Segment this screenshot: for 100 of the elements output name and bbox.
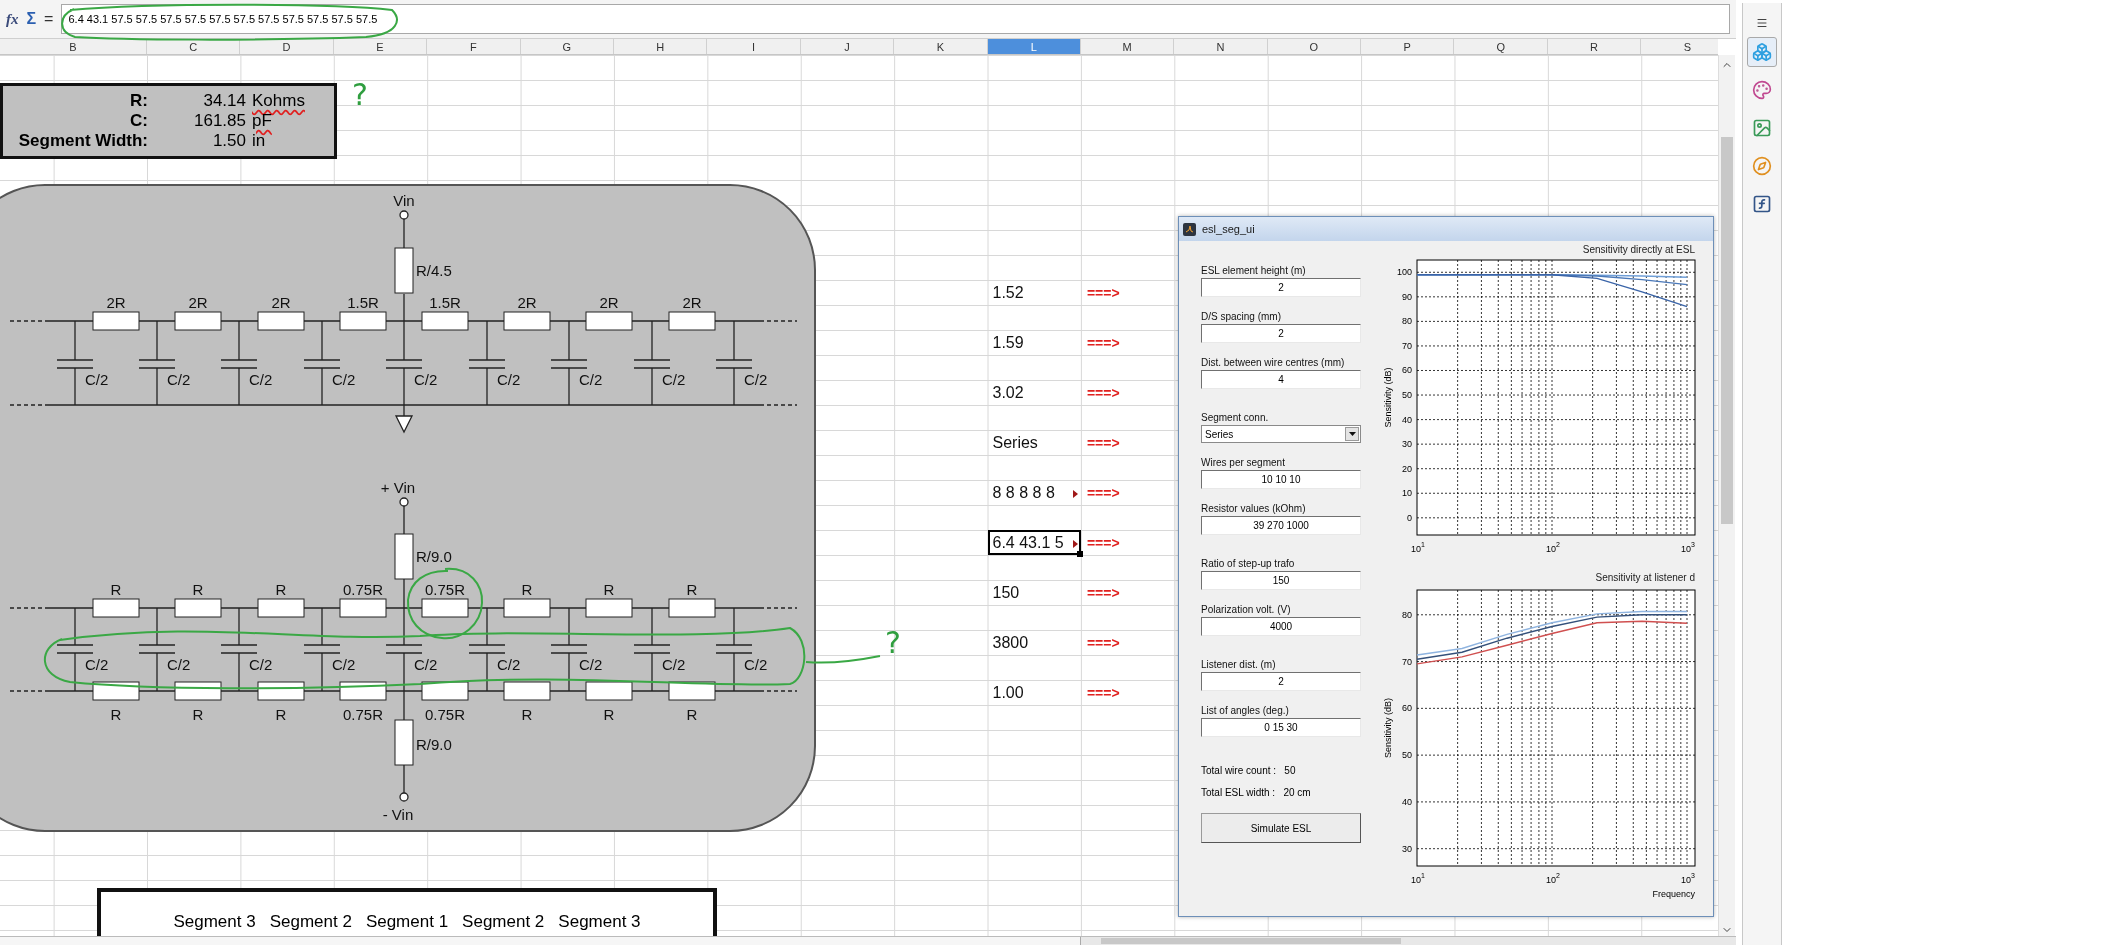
tick-label: 90 (1402, 291, 1412, 302)
segment-label: Segment 1 (365, 912, 449, 933)
resistor-label: 2R (599, 294, 619, 311)
segment-label: Segment 3 (173, 912, 256, 933)
resistor-label: R (110, 706, 122, 723)
capacitor-label: C/2 (167, 656, 191, 673)
resistor-label: 2R (271, 294, 291, 311)
resistor-label: 2R (188, 294, 208, 311)
field-label: Segment Width: (17, 131, 148, 151)
tick-label: 10$^{3}$ (1681, 541, 1695, 554)
unit-label: pF (251, 111, 273, 131)
field-label: C: (129, 111, 148, 131)
tick-label: 50 (1402, 750, 1412, 761)
field-value: 34.14 (202, 91, 246, 111)
capacitor-label: C/2 (662, 656, 686, 673)
resistor-label: 0.75R (425, 706, 465, 723)
window-title: esl_seg_ui (1202, 223, 1255, 235)
capacitor-label: C/2 (497, 656, 521, 673)
field-label: Ratio of step-up trafo (1201, 558, 1296, 569)
tick-label: 100 (1396, 267, 1412, 278)
capacitor-label: C/2 (414, 656, 438, 673)
resistor-label: R (603, 581, 615, 598)
segment-label: Segment 2 (269, 912, 352, 933)
tick-label: 80 (1402, 609, 1412, 620)
field-label: Polarization volt. (V) (1201, 604, 1292, 615)
resistor-label: R (686, 706, 698, 723)
tick-label: 0 (1407, 512, 1412, 523)
axis-label: Sensitivity (dB) (1383, 698, 1393, 758)
terminal-label: + Vin (380, 479, 416, 496)
resistor-label: 0.75R (343, 706, 383, 723)
capacitor-label: C/2 (744, 371, 768, 388)
resistor-label: R/9.0 (416, 548, 452, 565)
tick-label: 50 (1402, 390, 1412, 401)
capacitor-label: C/2 (85, 656, 109, 673)
field-label: D/S spacing (mm) (1201, 311, 1282, 322)
tick-label: 10$^{3}$ (1681, 872, 1695, 885)
capacitor-label: C/2 (332, 371, 356, 388)
tick-label: 30 (1402, 843, 1412, 854)
field-label: Listener dist. (m) (1201, 659, 1277, 670)
resistor-label: 0.75R (425, 581, 465, 598)
terminal-label: - Vin (382, 806, 414, 823)
terminal-label: Vin (393, 192, 415, 209)
field-label: ESL element height (m) (1201, 265, 1307, 276)
tick-label: 40 (1402, 414, 1412, 425)
resistor-label: 1.5R (429, 294, 461, 311)
resistor-label: R/4.5 (416, 262, 452, 279)
capacitor-label: C/2 (497, 371, 521, 388)
capacitor-label: C/2 (85, 371, 109, 388)
resistor-label: R (192, 581, 204, 598)
resistor-label: R (275, 581, 287, 598)
tick-label: 20 (1402, 463, 1412, 474)
capacitor-label: C/2 (579, 371, 603, 388)
unit-label: in (251, 131, 267, 151)
resistor-label: 2R (517, 294, 537, 311)
segment-label: Segment 2 (462, 912, 545, 933)
unit-label: Kohms (251, 91, 306, 111)
resistor-label: R (686, 581, 698, 598)
resistor-label: 0.75R (343, 581, 383, 598)
tick-label: 80 (1402, 316, 1412, 327)
field-label: List of angles (deg.) (1201, 705, 1290, 716)
resistor-label: R/9.0 (416, 736, 452, 753)
segment-label: Segment 3 (558, 912, 641, 933)
resistor-label: R (192, 706, 204, 723)
tick-label: 30 (1402, 439, 1412, 450)
resistor-label: 2R (682, 294, 702, 311)
chart-title: Sensitivity at listener d (1595, 572, 1695, 583)
field-label: R: (129, 91, 148, 111)
capacitor-label: C/2 (662, 371, 686, 388)
summary-text: Total wire count : 50 (1201, 765, 1297, 776)
resistor-label: R (603, 706, 615, 723)
tick-label: 40 (1402, 796, 1412, 807)
resistor-label: R (521, 706, 533, 723)
resistor-label: R (521, 581, 533, 598)
handwritten-note: ? (885, 625, 901, 660)
chart-title: Sensitivity directly at ESL (1582, 244, 1695, 255)
capacitor-label: C/2 (249, 371, 273, 388)
summary-text: Total ESL width : 20 cm (1201, 787, 1312, 798)
tick-label: 70 (1402, 340, 1412, 351)
capacitor-label: C/2 (414, 371, 438, 388)
capacitor-label: C/2 (249, 656, 273, 673)
resistor-label: 1.5R (347, 294, 379, 311)
tick-label: 60 (1402, 703, 1412, 714)
tick-label: 10 (1402, 488, 1412, 499)
tick-label: 10$^{1}$ (1411, 872, 1425, 885)
capacitor-label: C/2 (167, 371, 191, 388)
field-value: 1.50 (211, 131, 246, 151)
resistor-label: 2R (106, 294, 126, 311)
resistor-label: R (110, 581, 122, 598)
field-label: Segment conn. (1201, 412, 1270, 423)
field-label: Wires per segment (1201, 457, 1286, 468)
tick-label: 70 (1402, 656, 1412, 667)
tick-label: 10$^{2}$ (1546, 541, 1560, 554)
capacitor-label: C/2 (332, 656, 356, 673)
resistor-label: R (275, 706, 287, 723)
field-value: 161.85 (193, 111, 246, 131)
tick-label: 10$^{2}$ (1546, 872, 1560, 885)
handwritten-note: ? (352, 77, 368, 112)
capacitor-label: C/2 (744, 656, 768, 673)
field-label: Resistor values (kOhm) (1201, 503, 1307, 514)
tick-label: 60 (1402, 365, 1412, 376)
